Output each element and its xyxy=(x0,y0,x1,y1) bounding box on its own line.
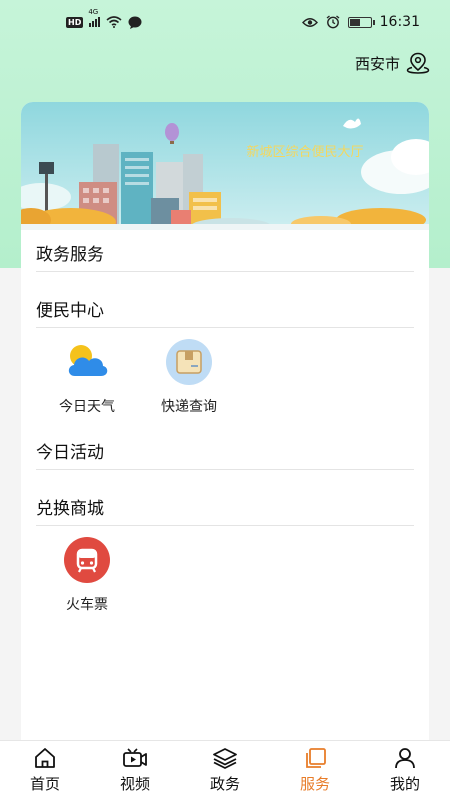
mall-grid: 火车票 xyxy=(36,526,414,620)
hd-icon: HD xyxy=(66,16,84,28)
location-city: 西安市 xyxy=(354,54,400,73)
chat-icon xyxy=(128,16,142,29)
banner-title: 新城区综合便民大厅 xyxy=(246,144,363,159)
tab-label-government: 政务 xyxy=(209,775,240,793)
section-convenience: 便民中心 今日天气 快递查询 xyxy=(36,286,414,422)
battery-icon xyxy=(347,16,375,28)
grid-item-package[interactable]: 快递查询 xyxy=(138,338,240,416)
package-icon xyxy=(165,338,213,386)
status-left: HD 4G xyxy=(66,8,142,29)
grid-item-weather[interactable]: 今日天气 xyxy=(36,338,138,416)
wifi-icon xyxy=(106,16,122,28)
user-icon xyxy=(395,748,415,769)
section-title-mall: 兑换商城 xyxy=(36,484,414,526)
location-pin-icon xyxy=(406,52,430,74)
section-activities: 今日活动 xyxy=(36,428,414,470)
status-right: 16:31 xyxy=(301,14,420,30)
service-icon xyxy=(306,748,326,768)
grid-item-train[interactable]: 火车票 xyxy=(36,536,138,614)
signal-label: 4G xyxy=(88,8,99,16)
status-bar: HD 4G 16:31 xyxy=(0,0,450,44)
tab-label-me: 我的 xyxy=(389,775,420,793)
main-card: 新城区综合便民大厅 政务服务 便民中心 今日天气 快递查询 今日活动 兑换商城 … xyxy=(21,102,429,742)
status-time: 16:31 xyxy=(379,14,420,30)
section-title-government[interactable]: 政务服务 xyxy=(36,230,414,272)
section-mall: 兑换商城 火车票 xyxy=(36,484,414,620)
video-icon xyxy=(123,748,147,767)
location-selector[interactable]: 西安市 xyxy=(355,52,430,74)
section-title-convenience: 便民中心 xyxy=(36,286,414,328)
tab-service[interactable]: 服务 xyxy=(270,741,360,800)
grid-label-weather: 今日天气 xyxy=(59,399,115,415)
section-government: 政务服务 xyxy=(36,230,414,272)
tab-government[interactable]: 政务 xyxy=(180,741,270,800)
battery-level xyxy=(349,18,360,26)
train-icon xyxy=(63,536,111,584)
tab-label-video: 视频 xyxy=(119,775,150,793)
banner-image[interactable]: 新城区综合便民大厅 xyxy=(21,102,429,230)
tab-home[interactable]: 首页 xyxy=(0,741,90,800)
section-title-activities[interactable]: 今日活动 xyxy=(36,428,414,470)
convenience-grid: 今日天气 快递查询 xyxy=(36,328,414,422)
layers-icon xyxy=(213,748,237,769)
tab-label-service: 服务 xyxy=(299,775,330,793)
alarm-icon xyxy=(326,15,340,29)
eye-icon xyxy=(301,17,318,27)
home-icon xyxy=(35,748,55,768)
tab-me[interactable]: 我的 xyxy=(360,741,450,800)
grid-label-package: 快递查询 xyxy=(161,399,217,415)
tab-video[interactable]: 视频 xyxy=(90,741,180,800)
tab-label-home: 首页 xyxy=(29,775,60,793)
signal-icon: 4G xyxy=(88,8,101,27)
bottom-tab-bar: 首页 视频 政务 服务 我的 xyxy=(0,740,450,800)
weather-icon xyxy=(63,338,111,386)
grid-label-train: 火车票 xyxy=(66,597,108,613)
